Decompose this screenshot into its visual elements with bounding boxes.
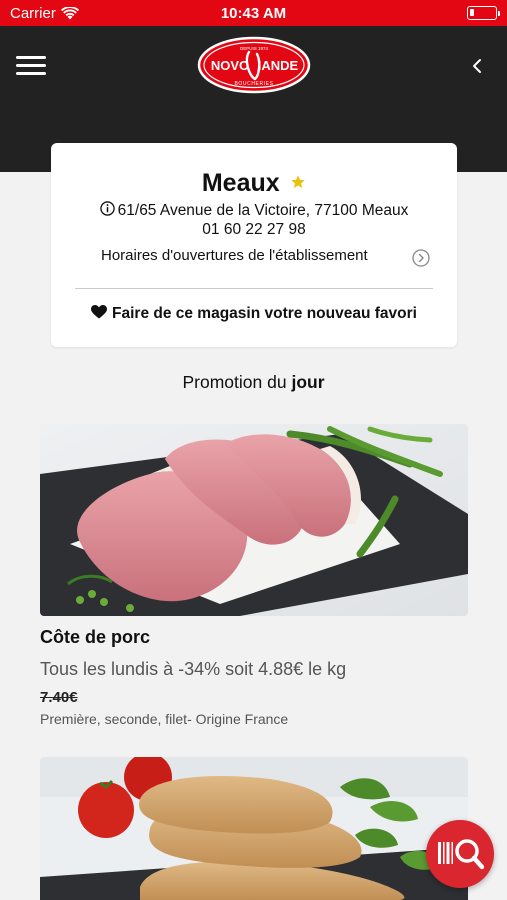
battery-icon	[467, 6, 500, 20]
chevron-right-circle-icon[interactable]	[412, 249, 430, 267]
promotion-title-prefix: Promotion du	[182, 372, 287, 392]
barcode-search-icon	[438, 839, 484, 870]
store-name: Meaux	[201, 169, 280, 197]
product-image-2[interactable]	[40, 757, 468, 900]
breaded-cutlets-photo	[40, 757, 468, 900]
status-left: Carrier	[10, 5, 180, 22]
battery-fill	[470, 9, 474, 16]
promotion-title: Promotion du jour	[0, 372, 507, 393]
status-right	[327, 6, 500, 20]
product-name[interactable]: Côte de porc	[40, 627, 150, 648]
barcode-search-button[interactable]	[426, 820, 494, 888]
info-icon	[99, 201, 115, 216]
chevron-left-icon[interactable]	[469, 54, 485, 78]
promotion-title-bold: jour	[291, 372, 325, 392]
product-image[interactable]	[40, 424, 468, 616]
carrier-label: Carrier	[10, 4, 56, 22]
heart-icon	[91, 305, 108, 319]
set-favorite-label: Faire de ce magasin votre nouveau favori	[112, 305, 417, 322]
store-address: 61/65 Avenue de la Victoire, 77100 Meaux	[117, 202, 409, 219]
favorite-star-icon	[291, 175, 305, 188]
card-divider	[75, 288, 433, 289]
store-hours-link[interactable]: Horaires d'ouvertures de l'établissement	[101, 247, 431, 264]
product-description: Première, seconde, filet- Origine France	[40, 711, 289, 727]
store-name-row: Meaux	[51, 169, 457, 198]
store-address-row: 61/65 Avenue de la Victoire, 77100 Meaux	[51, 201, 457, 220]
status-time: 10:43 AM	[220, 4, 287, 22]
product-promo: Tous les lundis à -34% soit 4.88€ le kg	[40, 659, 347, 679]
logo-brand-right: IANDE	[258, 58, 299, 73]
hamburger-menu-icon[interactable]	[16, 56, 46, 76]
set-favorite-button[interactable]: Faire de ce magasin votre nouveau favori	[51, 305, 457, 323]
logo-brand-left: NOVO	[211, 58, 249, 73]
logo-top-text: DEPUIS 1974	[240, 46, 269, 51]
novo-viande-logo: DEPUIS 1974 NOVO IANDE BOUCHERIES	[197, 36, 311, 94]
pork-chops-photo	[40, 424, 468, 616]
wifi-icon	[60, 6, 79, 19]
status-bar: Carrier 10:43 AM	[0, 0, 507, 26]
store-card: Meaux 61/65 Avenue de la Victoire, 77100…	[51, 143, 457, 347]
product-old-price: 7.40€	[40, 689, 78, 706]
store-phone[interactable]: 01 60 22 27 98	[51, 221, 457, 239]
logo-subtitle: BOUCHERIES	[234, 81, 273, 87]
logo-graphic: DEPUIS 1974 NOVO IANDE BOUCHERIES	[197, 36, 311, 94]
